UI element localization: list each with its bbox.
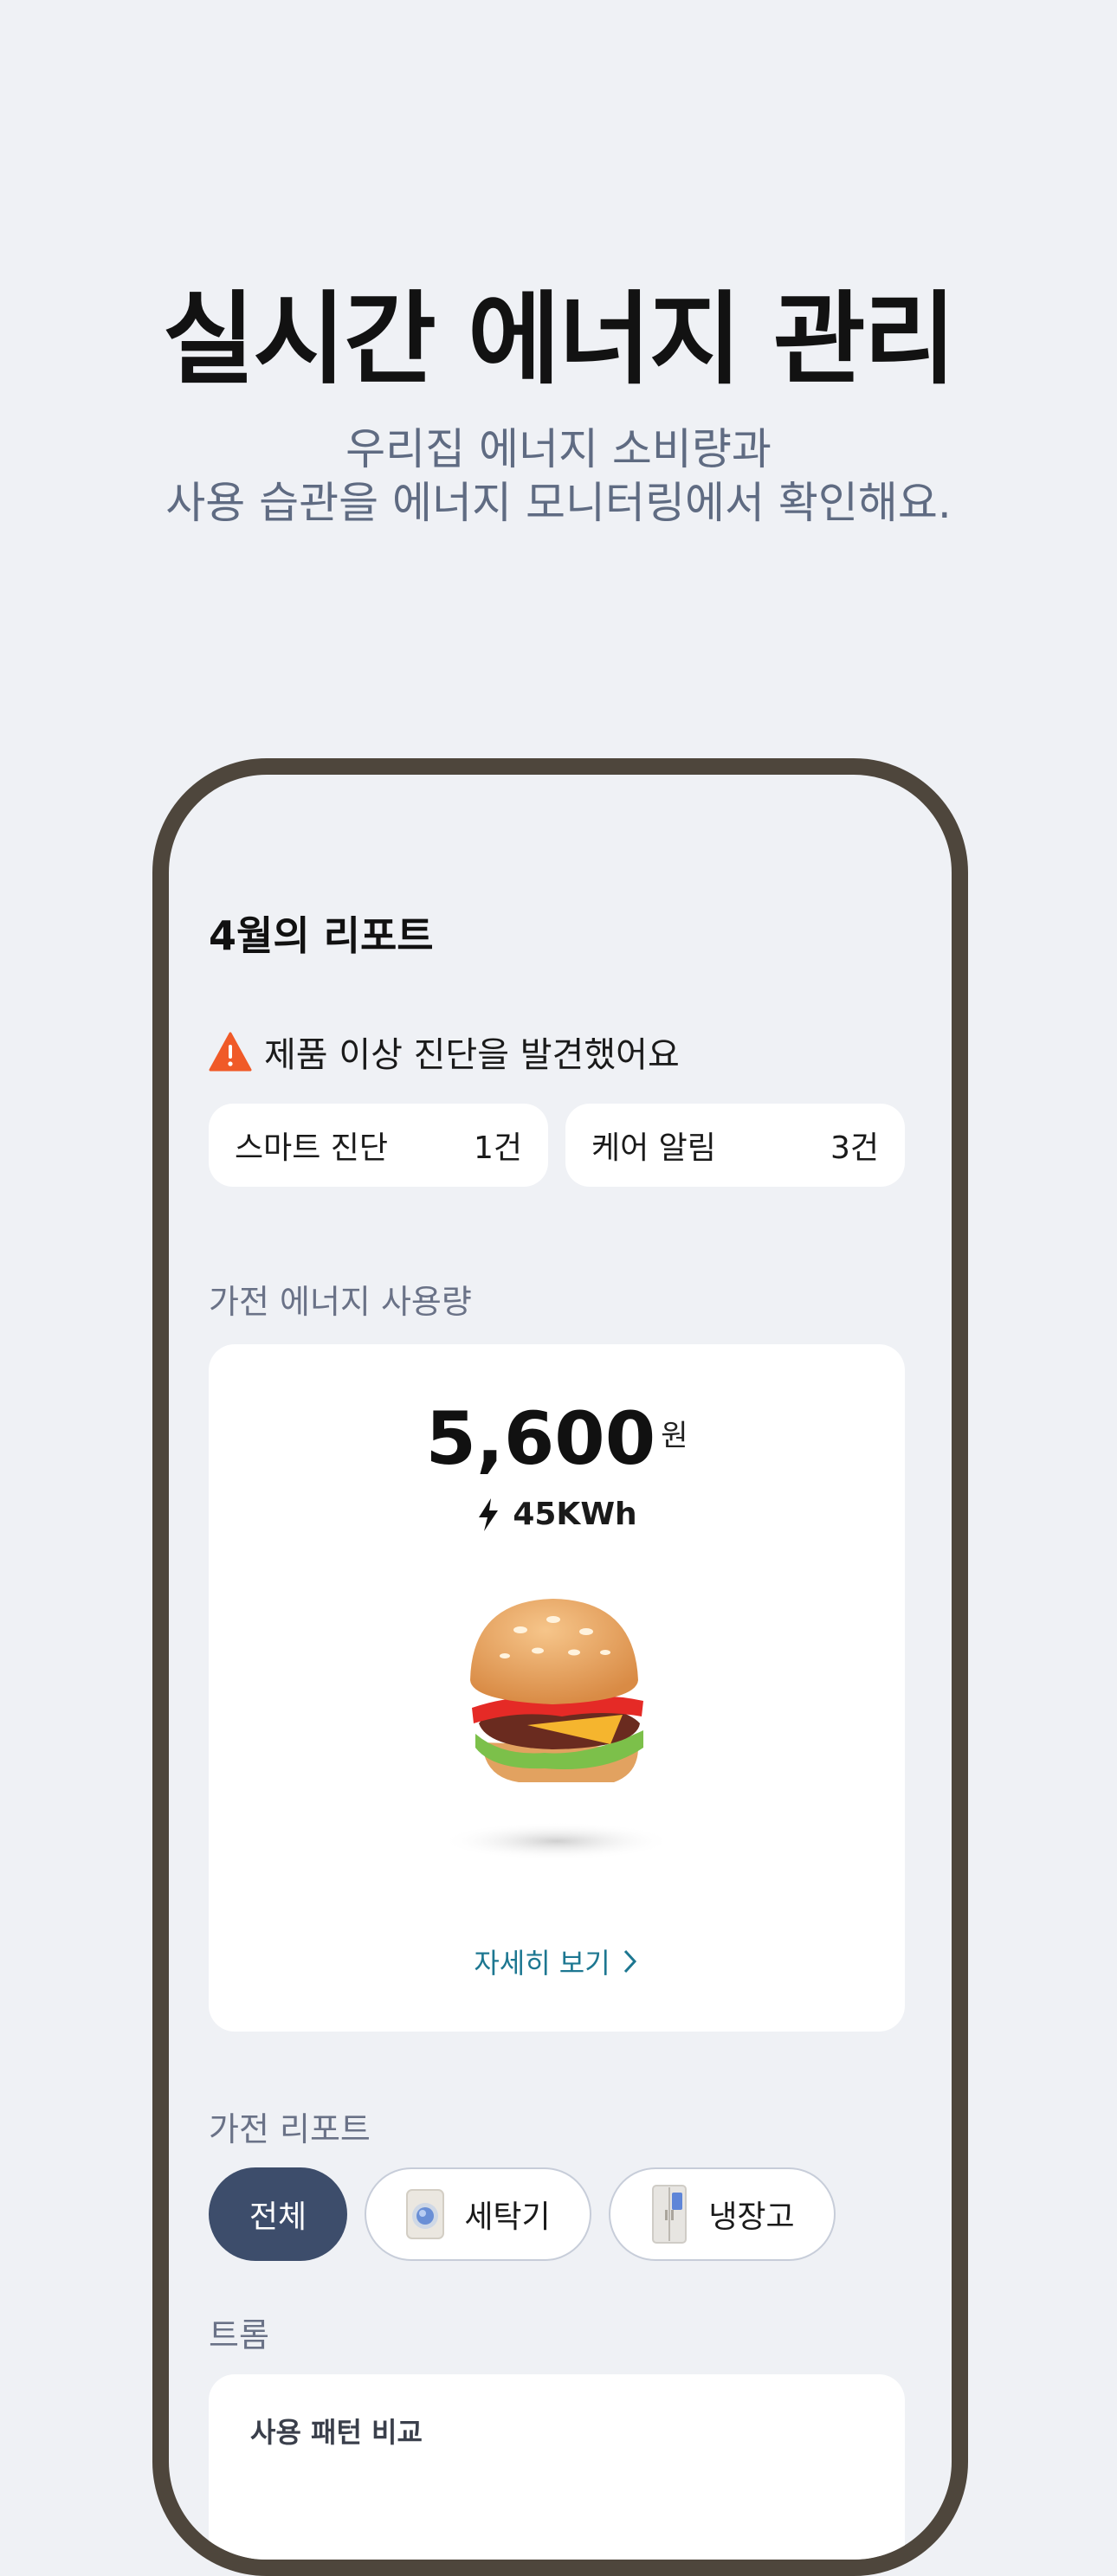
trom-section-label: 트롬 — [209, 2316, 269, 2354]
chip-refrigerator[interactable]: 냉장고 — [609, 2167, 836, 2261]
kwh-row: 45KWh — [209, 1497, 905, 1532]
hero-subtitle-line-1: 우리집 에너지 소비량과 — [345, 424, 772, 474]
alert-text: 제품 이상 진단을 발견했어요 — [264, 1035, 680, 1075]
chip-washer[interactable]: 세탁기 — [365, 2167, 591, 2261]
report-title: 4월의 리포트 — [209, 912, 434, 959]
usage-pattern-card[interactable]: 사용 패턴 비교 — [209, 2374, 905, 2560]
chip-all-label: 전체 — [249, 2199, 307, 2235]
washing-machine-icon — [406, 2189, 445, 2239]
smart-diagnosis-card[interactable]: 스마트 진단 1건 — [209, 1104, 548, 1187]
hero-title: 실시간 에너지 관리 — [162, 281, 957, 398]
kwh-value: 45KWh — [513, 1497, 637, 1532]
view-details-link[interactable]: 자세히 보기 — [209, 1942, 905, 1981]
smart-diagnosis-label: 스마트 진단 — [235, 1130, 389, 1166]
burger-illustration — [441, 1599, 673, 1860]
energy-cost-amount: 5,600 — [425, 1396, 656, 1481]
phone-frame: 4월의 리포트 제품 이상 진단을 발견했어요 스마트 진단 1건 케어 알림 … — [152, 758, 968, 2576]
chip-washer-label: 세탁기 — [464, 2199, 551, 2235]
chip-refrigerator-label: 냉장고 — [708, 2199, 795, 2235]
energy-section-label: 가전 에너지 사용량 — [209, 1283, 472, 1321]
hero-subtitle-line-2: 사용 습관을 에너지 모니터링에서 확인해요. — [165, 478, 952, 528]
care-alert-card[interactable]: 케어 알림 3건 — [565, 1104, 905, 1187]
chip-all[interactable]: 전체 — [209, 2167, 347, 2261]
phone-screen: 4월의 리포트 제품 이상 진단을 발견했어요 스마트 진단 1건 케어 알림 … — [169, 775, 952, 2560]
usage-pattern-title: 사용 패턴 비교 — [250, 2416, 423, 2449]
care-alert-count: 3건 — [830, 1130, 879, 1166]
view-details-label: 자세히 보기 — [474, 1947, 610, 1980]
refrigerator-icon — [652, 2185, 688, 2244]
chevron-right-icon — [623, 1949, 636, 1974]
care-alert-label: 케어 알림 — [591, 1130, 716, 1166]
diagnosis-alert[interactable]: 제품 이상 진단을 발견했어요 — [209, 1026, 680, 1078]
appliance-report-label: 가전 리포트 — [209, 2110, 371, 2148]
amount-row: 5,600 원 — [209, 1396, 905, 1481]
currency-unit: 원 — [661, 1419, 688, 1453]
hero-subtitle: 우리집 에너지 소비량과 사용 습관을 에너지 모니터링에서 확인해요. — [0, 422, 1117, 530]
energy-usage-card: 5,600 원 45KWh 자세히 보기 — [209, 1344, 905, 2032]
warning-triangle-icon — [209, 1032, 252, 1072]
smart-diagnosis-count: 1건 — [473, 1130, 522, 1166]
lightning-icon — [479, 1497, 499, 1531]
